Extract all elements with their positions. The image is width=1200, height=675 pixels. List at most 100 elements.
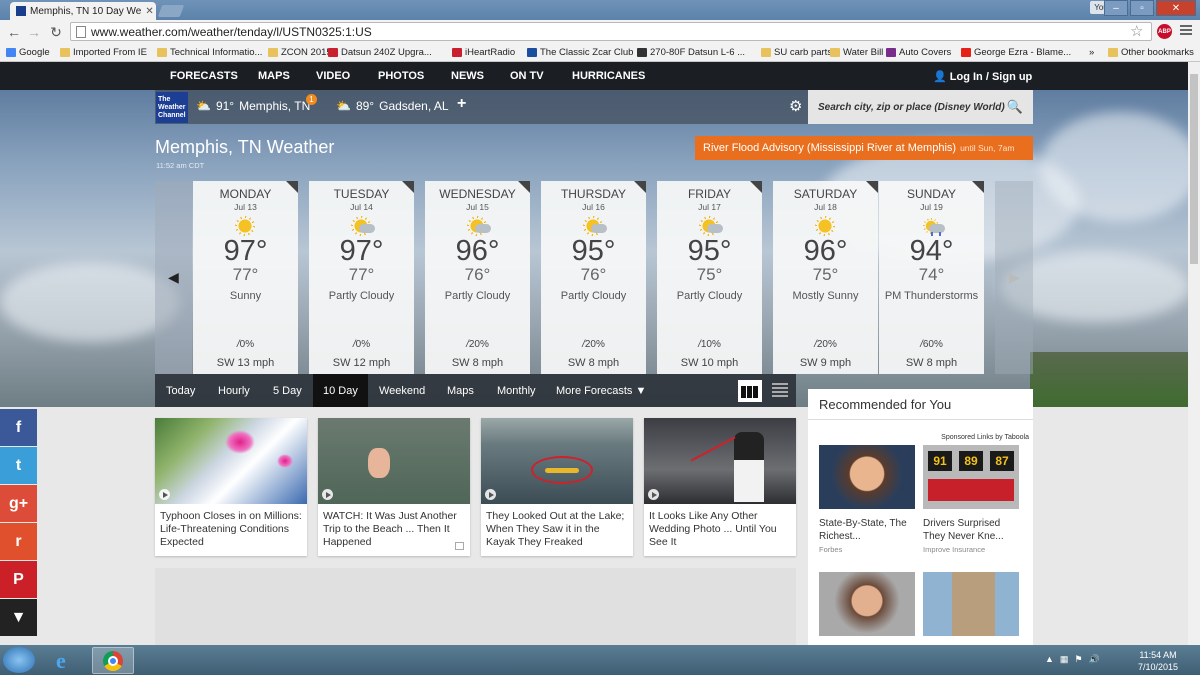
forecast-next-button[interactable]: ▶ xyxy=(995,181,1033,374)
expand-corner-icon[interactable] xyxy=(972,181,984,193)
bookmark-item[interactable]: Auto Covers xyxy=(886,47,951,58)
page-title: Memphis, TN Weather xyxy=(155,137,335,157)
chrome-menu-icon[interactable] xyxy=(1180,25,1192,37)
forecast-prev-button[interactable]: ◀ xyxy=(155,181,192,374)
twitter-icon[interactable]: t xyxy=(0,447,37,484)
more-share-icon[interactable]: ▼ xyxy=(0,599,37,636)
tab-maps[interactable]: Maps xyxy=(447,385,474,397)
tab-close-icon[interactable]: ✕ xyxy=(145,6,153,17)
forecast-day-card[interactable]: FRIDAY Jul 17 95° 75° Partly Cloudy/10% SW 10… xyxy=(657,181,762,374)
recommended-item[interactable] xyxy=(923,572,1019,636)
saved-location-memphis[interactable]: ⛅ 91° Memphis, TN xyxy=(196,99,310,113)
bookmark-item[interactable]: SU carb parts xyxy=(761,47,832,58)
reddit-icon[interactable]: r xyxy=(0,523,37,560)
forecast-day-card[interactable]: SATURDAY Jul 18 96° 75° Mostly Sunny/20% SW 9… xyxy=(773,181,878,374)
google-plus-icon[interactable]: g+ xyxy=(0,485,37,522)
bookmark-item[interactable]: Datsun 240Z Upgra... xyxy=(328,47,432,58)
recommended-item[interactable] xyxy=(819,572,915,636)
forecast-day-card[interactable]: WEDNESDAY Jul 15 96° 76° Partly Cloudy/20% SW… xyxy=(425,181,530,374)
page-scrollbar[interactable] xyxy=(1188,62,1200,645)
forecast-day-card[interactable]: THURSDAY Jul 16 95° 76° Partly Cloudy/20% SW … xyxy=(541,181,646,374)
expand-corner-icon[interactable] xyxy=(750,181,762,193)
nav-hurricanes[interactable]: HURRICANES xyxy=(572,70,645,82)
bookmark-item[interactable]: ZCON 2015 xyxy=(268,47,332,58)
weather-channel-logo[interactable]: The Weather Channel xyxy=(156,92,188,123)
nav-forecasts[interactable]: FORECASTS xyxy=(170,70,238,82)
forecast-day-card[interactable]: SUNDAY Jul 19 94° 74° PM Thunderstorms/60% SW… xyxy=(879,181,984,374)
flood-advisory-banner[interactable]: River Flood Advisory (Mississippi River … xyxy=(695,136,1033,160)
search-icon[interactable]: 🔍 xyxy=(1007,99,1023,115)
nav-maps[interactable]: MAPS xyxy=(258,70,290,82)
maximize-icon[interactable]: ▫ xyxy=(1130,0,1154,16)
tab-10-day[interactable]: 10 Day xyxy=(323,385,358,397)
saved-location-gadsden[interactable]: ⛅ 89° Gadsden, AL xyxy=(336,99,449,113)
forecast-precip: /60% xyxy=(920,339,943,350)
tab-hourly[interactable]: Hourly xyxy=(218,385,250,397)
show-hidden-icons-icon[interactable]: ▲ xyxy=(1045,654,1054,665)
forecast-low: 77° xyxy=(232,265,259,284)
start-button[interactable] xyxy=(3,647,35,673)
bookmark-item[interactable]: iHeartRadio xyxy=(452,47,515,58)
news-card[interactable]: They Looked Out at the Lake; When They S… xyxy=(481,418,633,556)
minimize-icon[interactable]: – xyxy=(1104,0,1128,16)
tab-weekend[interactable]: Weekend xyxy=(379,385,425,397)
expand-corner-icon[interactable] xyxy=(634,181,646,193)
network-icon[interactable]: ▦ xyxy=(1060,654,1069,665)
gear-icon[interactable]: ⚙ xyxy=(789,97,802,115)
expand-corner-icon[interactable] xyxy=(518,181,530,193)
back-icon[interactable]: ← xyxy=(6,24,22,40)
volume-icon[interactable]: 🔊 xyxy=(1089,654,1100,665)
login-link[interactable]: Log In xyxy=(950,71,983,83)
grid-view-icon[interactable] xyxy=(738,380,762,402)
news-card[interactable]: WATCH: It Was Just Another Trip to the B… xyxy=(318,418,470,556)
new-tab-button[interactable] xyxy=(157,5,185,17)
bookmark-item[interactable]: Google xyxy=(6,47,50,58)
ie-taskbar-icon[interactable]: e xyxy=(48,648,86,673)
adblock-icon[interactable]: ABP xyxy=(1157,24,1172,39)
news-card[interactable]: It Looks Like Any Other Wedding Photo ..… xyxy=(644,418,796,556)
bookmarks-more-icon[interactable]: » xyxy=(1089,47,1094,58)
flag-icon[interactable]: ⚑ xyxy=(1074,654,1082,665)
forecast-date: Jul 19 xyxy=(920,202,943,212)
search-input[interactable]: Search city, zip or place (Disney World)… xyxy=(808,90,1033,124)
add-location-icon[interactable]: + xyxy=(457,95,466,113)
expand-corner-icon[interactable] xyxy=(866,181,878,193)
nav-on-tv[interactable]: ON TV xyxy=(510,70,544,82)
bookmark-item[interactable]: 270-80F Datsun L-6 ... xyxy=(637,47,745,58)
bookmark-item[interactable]: Technical Informatio... xyxy=(157,47,262,58)
bookmark-item[interactable]: The Classic Zcar Club xyxy=(527,47,633,58)
partly-cloudy-icon: ⛅ xyxy=(336,99,351,113)
bookmark-item[interactable]: Water Bill xyxy=(830,47,883,58)
other-bookmarks[interactable]: Other bookmarks xyxy=(1108,47,1194,58)
expand-corner-icon[interactable] xyxy=(286,181,298,193)
browser-tab[interactable]: Memphis, TN 10 Day We ✕ xyxy=(10,2,156,20)
signup-link[interactable]: Sign up xyxy=(992,71,1032,83)
nav-news[interactable]: NEWS xyxy=(451,70,484,82)
recommended-item[interactable]: State-By-State, The Richest... Forbes xyxy=(819,445,915,554)
taskbar-clock[interactable]: 11:54 AM 7/10/2015 xyxy=(1128,649,1188,673)
bookmark-item[interactable]: George Ezra - Blame... xyxy=(961,47,1071,58)
scrollbar-thumb[interactable] xyxy=(1190,74,1198,264)
chevron-right-icon: ▶ xyxy=(1009,269,1020,285)
tab-5-day[interactable]: 5 Day xyxy=(273,385,302,397)
bookmark-star-icon[interactable]: ☆ xyxy=(1130,22,1143,40)
chrome-taskbar-icon[interactable] xyxy=(92,647,134,674)
forward-icon[interactable]: → xyxy=(26,24,42,40)
facebook-icon[interactable]: f xyxy=(0,409,37,446)
recommended-item[interactable]: 91 89 87 Drivers Surprised They Never Kn… xyxy=(923,445,1019,554)
forecast-day-card[interactable]: MONDAY Jul 13 97° 77° Sunny/0% SW 13 mph xyxy=(193,181,298,374)
address-bar[interactable]: www.weather.com/weather/tenday/l/USTN032… xyxy=(70,22,1152,41)
expand-corner-icon[interactable] xyxy=(402,181,414,193)
list-view-icon[interactable] xyxy=(772,383,788,399)
nav-video[interactable]: VIDEO xyxy=(316,70,350,82)
nav-photos[interactable]: PHOTOS xyxy=(378,70,424,82)
tab-today[interactable]: Today xyxy=(166,385,195,397)
tab-monthly[interactable]: Monthly xyxy=(497,385,536,397)
forecast-day-card[interactable]: TUESDAY Jul 14 97° 77° Partly Cloudy/0% SW 12… xyxy=(309,181,414,374)
tab-more-forecasts[interactable]: More Forecasts ▼ xyxy=(556,385,646,397)
reload-icon[interactable]: ↻ xyxy=(48,24,64,40)
bookmark-item[interactable]: Imported From IE xyxy=(60,47,147,58)
pinterest-icon[interactable]: P xyxy=(0,561,37,598)
close-window-icon[interactable]: ✕ xyxy=(1156,0,1196,16)
news-card[interactable]: Typhoon Closes in on Millions: Life-Thre… xyxy=(155,418,307,556)
